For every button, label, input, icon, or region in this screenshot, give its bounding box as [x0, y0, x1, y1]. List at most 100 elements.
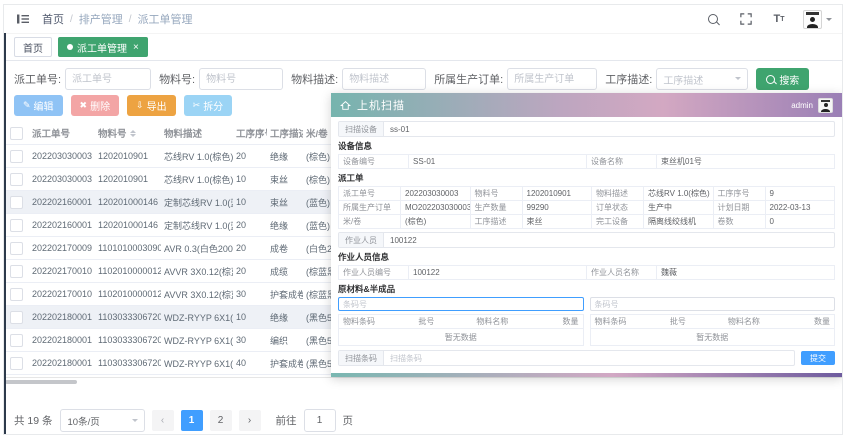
scan-barcode-field[interactable]: 扫描条码 扫描条码	[338, 350, 795, 366]
cell-material-desc: 芯线RV 1.0(棕色)	[161, 150, 233, 163]
delete-button[interactable]: ✖删除	[71, 95, 120, 116]
goto-page-input[interactable]	[304, 409, 336, 432]
operator-field[interactable]: 作业人员 100122	[338, 232, 835, 248]
page-2-button[interactable]: 2	[210, 410, 232, 431]
navbar-right: TT	[704, 10, 832, 29]
field-value: 100122	[409, 266, 587, 280]
dispatch-no-input[interactable]	[65, 68, 151, 90]
row-checkbox[interactable]	[10, 288, 23, 301]
operator-label: 作业人员	[339, 233, 384, 247]
material-no-input[interactable]	[199, 68, 283, 90]
row-checkbox[interactable]	[10, 219, 23, 232]
search-icon	[766, 75, 775, 84]
search-button[interactable]: 搜索	[756, 68, 809, 90]
fullscreen-icon[interactable]	[737, 10, 755, 28]
operator-value[interactable]: 100122	[384, 233, 834, 247]
close-icon[interactable]: ×	[133, 42, 139, 53]
scan-device-label: 扫描设备	[339, 122, 384, 136]
sort-icon[interactable]	[130, 127, 136, 140]
cell-material-desc: WDZ-RYYP 6X1(黑色5...	[161, 357, 233, 370]
cell-material-desc: WDZ-RYYP 6X1(黑色5...	[161, 311, 233, 324]
panel-title: 上机扫描	[357, 97, 405, 113]
row-checkbox[interactable]	[10, 334, 23, 347]
cell-process-seq: 20	[233, 243, 267, 253]
panel-avatar[interactable]	[818, 98, 833, 113]
breadcrumb-scheduling[interactable]: 排产管理	[79, 11, 123, 27]
breadcrumb-separator: /	[129, 14, 132, 25]
font-size-icon[interactable]: TT	[770, 10, 788, 28]
row-checkbox[interactable]	[10, 173, 23, 186]
field-label: 所属生产订单	[339, 201, 401, 215]
process-desc-label: 工序描述:	[605, 71, 652, 87]
cell-material-desc: WDZ-RYYP 6X1(黑色5...	[161, 334, 233, 347]
col-material-no[interactable]: 物料号	[95, 126, 161, 140]
row-checkbox[interactable]	[10, 196, 23, 209]
materials-column-header: 批号	[666, 315, 724, 328]
prev-page-button[interactable]: ‹	[152, 410, 174, 431]
production-order-input[interactable]	[507, 68, 597, 90]
horizontal-scrollbar[interactable]	[4, 377, 842, 385]
cell-dispatch-no: 202202180001	[29, 335, 95, 345]
search-button-label: 搜索	[779, 72, 799, 87]
materials-table-header: 物料条码批号物料名称数量	[591, 315, 835, 329]
select-all-checkbox[interactable]	[10, 127, 23, 140]
row-checkbox[interactable]	[10, 242, 23, 255]
scan-barcode-label: 扫描条码	[339, 351, 384, 365]
field-value: MO202203030003	[401, 201, 471, 215]
breadcrumb-home[interactable]: 首页	[42, 11, 64, 27]
material-barcode-input-left[interactable]: 条码号	[338, 297, 584, 311]
tab-home[interactable]: 首页	[14, 37, 52, 57]
breadcrumb-separator: /	[70, 14, 73, 25]
material-desc-input[interactable]	[342, 68, 426, 90]
scan-barcode-placeholder[interactable]: 扫描条码	[384, 351, 794, 365]
materials-column-header: 物料名称	[724, 315, 788, 328]
edit-button[interactable]: ✎编辑	[14, 95, 63, 116]
menu-fold-icon[interactable]	[14, 10, 32, 28]
scrollbar-thumb[interactable]	[5, 380, 77, 384]
page-1-button[interactable]: 1	[181, 410, 203, 431]
row-checkbox[interactable]	[10, 265, 23, 278]
user-menu[interactable]	[803, 10, 832, 29]
scan-device-value[interactable]: ss-01	[384, 122, 834, 136]
materials-column-header: 批号	[414, 315, 472, 328]
materials-section-title: 原材料&半成品	[338, 283, 835, 295]
pagination: 共 19 条 10条/页 ‹ 1 2 › 前往 页	[4, 409, 842, 432]
material-no-label: 物料号:	[159, 71, 195, 87]
col-dispatch-no[interactable]: 派工单号	[29, 126, 95, 140]
field-value: 束丝	[523, 215, 593, 229]
material-barcode-input-right[interactable]: 条码号	[590, 297, 836, 311]
materials-table-right: 物料条码批号物料名称数量 暂无数据	[590, 314, 836, 346]
scan-device-field[interactable]: 扫描设备 ss-01	[338, 121, 835, 137]
cell-process-seq: 10	[233, 174, 267, 184]
col-process-desc[interactable]: 工序描述	[267, 126, 303, 140]
button-label: 拆分	[203, 98, 223, 113]
export-button[interactable]: ⇩导出	[127, 95, 176, 116]
cell-material-no: 11030333067205	[95, 358, 161, 368]
submit-button[interactable]: 提交	[801, 351, 835, 365]
button-label: 编辑	[34, 98, 54, 113]
filter-bar: 派工单号: 物料号: 物料描述: 所属生产订单: 工序描述: 工序描述 搜索	[4, 61, 842, 94]
row-checkbox[interactable]	[10, 357, 23, 370]
tab-dispatch-management[interactable]: 派工单管理 ×	[58, 37, 148, 57]
field-value: 2022-03-13	[766, 201, 836, 215]
page-size-select[interactable]: 10条/页	[60, 409, 145, 432]
cell-process-desc: 绝缘	[267, 219, 303, 232]
cell-process-seq: 30	[233, 335, 267, 345]
row-checkbox[interactable]	[10, 311, 23, 324]
cell-material-no: 11010100030902	[95, 243, 161, 253]
col-material-desc[interactable]: 物料描述	[161, 126, 233, 140]
col-process-seq[interactable]: 工序序号	[233, 126, 267, 140]
materials-column-header: 数量	[558, 315, 582, 328]
field-label: 完工设备	[592, 215, 644, 229]
goto-label: 前往	[276, 413, 297, 428]
cell-dispatch-no: 202203030003	[29, 151, 95, 161]
search-icon[interactable]	[704, 10, 722, 28]
cell-material-desc: AVVR 3X0.12(棕蓝黑)(...	[161, 265, 233, 278]
cell-material-desc: 芯线RV 1.0(棕色)	[161, 173, 233, 186]
cell-process-desc: 成卷	[267, 242, 303, 255]
split-button[interactable]: ✂拆分	[184, 95, 233, 116]
cell-material-desc: AVVR 3X0.12(棕蓝黑)(...	[161, 288, 233, 301]
process-desc-select[interactable]: 工序描述	[656, 68, 748, 90]
row-checkbox[interactable]	[10, 150, 23, 163]
next-page-button[interactable]: ›	[239, 410, 261, 431]
